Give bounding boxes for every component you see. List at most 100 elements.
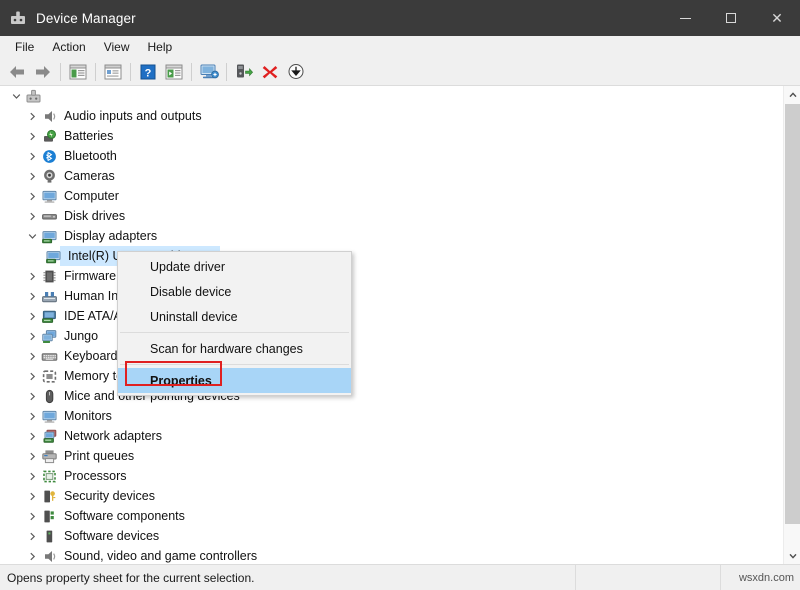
show-hide-console-tree-button[interactable] bbox=[65, 60, 91, 84]
tree-item-security-devices[interactable]: Security devices bbox=[0, 486, 783, 506]
chevron-down-icon[interactable] bbox=[24, 226, 40, 246]
chevron-right-icon[interactable] bbox=[24, 346, 40, 366]
menu-bar: File Action View Help bbox=[0, 36, 800, 58]
toolbar: ? bbox=[0, 58, 800, 86]
minimize-icon bbox=[679, 17, 691, 19]
update-driver-button[interactable] bbox=[231, 60, 257, 84]
menubar-item-help[interactable]: Help bbox=[139, 37, 182, 57]
chevron-right-icon[interactable] bbox=[24, 486, 40, 506]
ide-controller-icon bbox=[40, 307, 58, 325]
chevron-right-icon[interactable] bbox=[24, 506, 40, 526]
context-menu-item-label: Update driver bbox=[150, 259, 226, 274]
toolbar-separator-4 bbox=[191, 62, 192, 81]
chevron-down-icon[interactable] bbox=[8, 86, 24, 106]
chevron-right-icon[interactable] bbox=[24, 306, 40, 326]
vertical-scrollbar[interactable] bbox=[783, 86, 800, 564]
chevron-right-icon[interactable] bbox=[24, 366, 40, 386]
chevron-right-icon[interactable] bbox=[24, 166, 40, 186]
tree-item-label: Disk drives bbox=[64, 209, 126, 223]
context-menu-item-label: Disable device bbox=[150, 284, 232, 299]
printer-icon bbox=[40, 447, 58, 465]
monitor-icon bbox=[40, 187, 58, 205]
tree-item-processors[interactable]: Processors bbox=[0, 466, 783, 486]
display-adapter-icon bbox=[40, 227, 58, 245]
context-menu-scan-for-hardware-changes[interactable]: Scan for hardware changes bbox=[118, 336, 351, 361]
chevron-right-icon[interactable] bbox=[24, 386, 40, 406]
tree-item-disk-drives[interactable]: Disk drives bbox=[0, 206, 783, 226]
chevron-right-icon[interactable] bbox=[24, 526, 40, 546]
show-hide-action-pane-button[interactable] bbox=[161, 60, 187, 84]
toolbar-separator-2 bbox=[95, 62, 96, 81]
tree-item-label: Batteries bbox=[64, 129, 114, 143]
uninstall-device-button[interactable] bbox=[257, 60, 283, 84]
scroll-down-button[interactable] bbox=[784, 547, 800, 564]
chevron-right-icon[interactable] bbox=[24, 106, 40, 126]
display-adapter-icon bbox=[44, 247, 62, 265]
context-menu-update-driver[interactable]: Update driver bbox=[118, 254, 351, 279]
status-bar: Opens property sheet for the current sel… bbox=[0, 564, 800, 590]
tree-item-display-adapters[interactable]: Display adapters bbox=[0, 226, 783, 246]
svg-text:?: ? bbox=[145, 67, 152, 79]
tree-item-label: Software devices bbox=[64, 529, 160, 543]
context-menu-properties[interactable]: Properties bbox=[118, 368, 351, 393]
chevron-right-icon[interactable] bbox=[24, 266, 40, 286]
context-menu-uninstall-device[interactable]: Uninstall device bbox=[118, 304, 351, 329]
scrollbar-thumb[interactable] bbox=[785, 104, 800, 524]
chevron-right-icon[interactable] bbox=[24, 426, 40, 446]
chevron-right-icon[interactable] bbox=[24, 186, 40, 206]
context-menu-item-label: Scan for hardware changes bbox=[150, 341, 303, 356]
context-menu-separator-1 bbox=[120, 332, 349, 333]
context-menu-item-label: Properties bbox=[150, 373, 212, 388]
help-button[interactable]: ? bbox=[135, 60, 161, 84]
tree-item-computer[interactable]: Computer bbox=[0, 186, 783, 206]
minimize-button[interactable] bbox=[662, 0, 708, 36]
tree-item-network-adapters[interactable]: Network adapters bbox=[0, 426, 783, 446]
tree-item-monitors[interactable]: Monitors bbox=[0, 406, 783, 426]
watermark: wsxdn.com bbox=[720, 564, 800, 590]
chevron-right-icon[interactable] bbox=[24, 286, 40, 306]
context-menu-disable-device[interactable]: Disable device bbox=[118, 279, 351, 304]
chevron-right-icon[interactable] bbox=[24, 206, 40, 226]
chevron-right-icon[interactable] bbox=[24, 126, 40, 146]
tree-item-label: Jungo bbox=[64, 329, 99, 343]
arrow-left-icon bbox=[10, 65, 24, 78]
window-title: Device Manager bbox=[36, 10, 136, 26]
question-mark-icon: ? bbox=[140, 64, 156, 79]
tree-item-audio-inputs-and-outputs[interactable]: Audio inputs and outputs bbox=[0, 106, 783, 126]
chevron-right-icon[interactable] bbox=[24, 146, 40, 166]
chevron-right-icon[interactable] bbox=[24, 446, 40, 466]
tree-item-label: Audio inputs and outputs bbox=[64, 109, 202, 123]
menubar-item-file[interactable]: File bbox=[6, 37, 43, 57]
device-manager-icon bbox=[9, 9, 27, 27]
title-bar-left: Device Manager bbox=[0, 9, 136, 27]
chevron-right-icon[interactable] bbox=[24, 326, 40, 346]
scan-for-hardware-changes-button[interactable] bbox=[196, 60, 222, 84]
console-tree-icon bbox=[69, 64, 87, 79]
tree-root-row[interactable] bbox=[0, 86, 783, 106]
tree-item-cameras[interactable]: Cameras bbox=[0, 166, 783, 186]
disable-device-button[interactable] bbox=[283, 60, 309, 84]
chevron-right-icon[interactable] bbox=[24, 406, 40, 426]
tree-item-label: Print queues bbox=[64, 449, 135, 463]
tree-item-label: Monitors bbox=[64, 409, 112, 423]
back-button[interactable] bbox=[4, 60, 30, 84]
keyboard-icon bbox=[40, 347, 58, 365]
close-icon: ✕ bbox=[771, 10, 783, 26]
forward-button[interactable] bbox=[30, 60, 56, 84]
menubar-item-view[interactable]: View bbox=[95, 37, 139, 57]
computer-root-icon bbox=[24, 87, 42, 105]
tree-item-batteries[interactable]: Batteries bbox=[0, 126, 783, 146]
menubar-item-action[interactable]: Action bbox=[43, 37, 94, 57]
toolbar-separator-1 bbox=[60, 62, 61, 81]
properties-button[interactable] bbox=[100, 60, 126, 84]
tree-item-bluetooth[interactable]: Bluetooth bbox=[0, 146, 783, 166]
tree-item-software-components[interactable]: Software components bbox=[0, 506, 783, 526]
scroll-up-button[interactable] bbox=[784, 86, 800, 103]
tree-item-sound-video-and-game-controllers[interactable]: Sound, video and game controllers bbox=[0, 546, 783, 564]
tree-item-print-queues[interactable]: Print queues bbox=[0, 446, 783, 466]
maximize-button[interactable] bbox=[708, 0, 754, 36]
close-button[interactable]: ✕ bbox=[754, 0, 800, 36]
chevron-right-icon[interactable] bbox=[24, 466, 40, 486]
tree-item-software-devices[interactable]: Software devices bbox=[0, 526, 783, 546]
chevron-right-icon[interactable] bbox=[24, 546, 40, 564]
